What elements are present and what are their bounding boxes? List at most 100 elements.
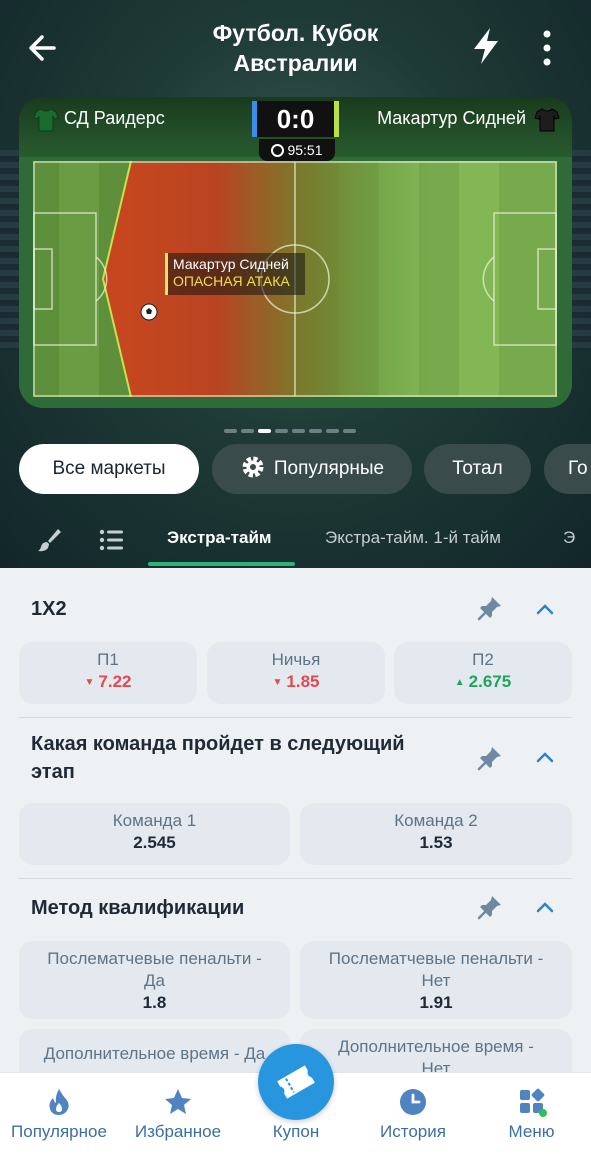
match-score: 0:0 <box>252 101 339 137</box>
chevron-up-icon[interactable] <box>534 746 556 768</box>
page-title: Футбол. Кубок Австралии <box>150 18 441 78</box>
ball-icon <box>140 303 158 321</box>
event-tooltip: Макартур Сидней ОПАСНАЯ АТАКА <box>165 253 305 295</box>
jersey-icon <box>534 108 560 132</box>
carousel-dot[interactable] <box>241 429 254 433</box>
carousel-dot[interactable] <box>275 429 288 433</box>
odd-label: Нет <box>421 971 451 990</box>
carousel-dot[interactable] <box>326 429 339 433</box>
nav-favorites[interactable]: Избранное <box>118 1073 238 1154</box>
odd-label: П2 <box>472 650 494 669</box>
market-filter-bar: Все маркеты Популярные Тотал Го <box>0 444 591 494</box>
more-vertical-icon <box>543 30 551 66</box>
odd-button-penalties-yes[interactable]: Послематчевые пенальти - Да 1.8 <box>19 941 290 1019</box>
market-title: Какая команда пройдет в следующий этап <box>31 730 451 786</box>
markets-list: 1X2 П1 ▼ 7.22 Ничья ▼ 1.85 П2 ▲ 2.675 Какая… <box>0 568 591 1073</box>
odd-button-draw[interactable]: Ничья ▼ 1.85 <box>207 642 385 704</box>
odd-value-text: 1.85 <box>286 672 320 691</box>
odd-value: ▼ 7.22 <box>19 671 197 694</box>
market-title-line: этап <box>31 761 75 783</box>
filter-popular[interactable]: Популярные <box>212 444 412 494</box>
nav-label: Популярное <box>11 1122 107 1141</box>
carousel-dot[interactable] <box>343 429 356 433</box>
carousel-dot[interactable] <box>292 429 305 433</box>
nav-label: Избранное <box>134 1122 222 1141</box>
nav-history[interactable]: История <box>354 1073 472 1154</box>
odd-label: Послематчевые пенальти - <box>47 949 262 968</box>
odd-value: 1.8 <box>142 993 167 1012</box>
carousel-indicator <box>224 420 360 433</box>
market-title-line: Какая команда пройдет в следующий <box>31 733 405 755</box>
pin-icon[interactable] <box>476 893 504 921</box>
event-team: Макартур Сидней <box>173 256 289 272</box>
title-line: Австралии <box>233 50 358 76</box>
odd-label: Да <box>144 971 165 990</box>
active-tab-indicator <box>148 562 295 566</box>
filter-handicap[interactable]: Го <box>544 444 591 494</box>
odd-label: Команда 2 <box>394 811 478 830</box>
odd-button-team1[interactable]: Команда 1 2.545 <box>19 803 290 865</box>
match-time: 95:51 <box>287 142 323 158</box>
trend-up-icon: ▲ <box>454 677 465 688</box>
carousel-dot-active[interactable] <box>258 429 271 433</box>
odd-label: Послематчевые пенальти - <box>328 949 544 968</box>
more-options-button[interactable] <box>532 28 562 68</box>
home-team-name: СД Раидерс <box>64 108 165 128</box>
live-field-widget[interactable]: СД Раидерс 0:0 95:51 Макартур Сидней Мак… <box>19 97 572 408</box>
brush-icon[interactable] <box>36 526 64 554</box>
clock-icon <box>271 144 285 157</box>
odd-value: 1.91 <box>419 993 453 1012</box>
market-title: Метод квалификации <box>31 897 245 919</box>
carousel-dot[interactable] <box>224 429 237 433</box>
carousel-dot[interactable] <box>309 429 322 433</box>
jersey-icon <box>33 108 59 132</box>
odd-label: Ничья <box>271 650 321 669</box>
period-tabs: Экстра-тайм Экстра-тайм. 1-й тайм Э <box>0 512 591 568</box>
ticket-icon <box>277 1065 315 1099</box>
odd-label: Команда 1 <box>112 811 197 830</box>
tab-next[interactable]: Э <box>563 526 575 550</box>
trend-down-icon: ▼ <box>84 677 95 688</box>
odd-button-p1[interactable]: П1 ▼ 7.22 <box>19 642 197 704</box>
tab-extra-time-first-half[interactable]: Экстра-тайм. 1-й тайм <box>325 526 501 550</box>
star-icon <box>165 1089 191 1114</box>
filter-popular-label: Популярные <box>273 458 385 479</box>
title-line: Футбол. Кубок <box>212 20 379 46</box>
tab-extra-time[interactable]: Экстра-тайм <box>167 526 271 550</box>
trend-down-icon: ▼ <box>272 677 283 688</box>
odd-button-team2[interactable]: Команда 2 1.53 <box>300 803 572 865</box>
list-icon[interactable] <box>98 526 126 554</box>
match-timer: 95:51 <box>259 139 335 161</box>
odd-value-text: 2.675 <box>468 672 512 691</box>
back-arrow-icon <box>29 35 56 61</box>
nav-popular[interactable]: Популярное <box>0 1073 118 1154</box>
chevron-up-icon[interactable] <box>534 896 556 918</box>
flame-icon <box>49 1089 69 1115</box>
back-button[interactable] <box>24 28 64 68</box>
nav-label: История <box>380 1122 446 1141</box>
nav-menu[interactable]: Меню <box>472 1073 591 1154</box>
away-team-name: Макартур Сидней <box>377 108 526 128</box>
odd-value: 1.53 <box>419 833 453 852</box>
filter-all-markets[interactable]: Все маркеты <box>19 444 199 494</box>
nav-label: Купон <box>272 1122 320 1141</box>
odd-value: 2.545 <box>133 833 176 852</box>
filter-total[interactable]: Тотал <box>424 444 531 494</box>
odd-button-extra-time-no[interactable]: Дополнительное время - Нет <box>300 1029 572 1073</box>
odd-value: ▼ 1.85 <box>207 671 385 694</box>
score-bar: СД Раидерс 0:0 95:51 Макартур Сидней <box>19 97 572 161</box>
odd-button-penalties-no[interactable]: Послематчевые пенальти - Нет 1.91 <box>300 941 572 1019</box>
odd-label: Дополнительное время - Да <box>43 1044 266 1063</box>
coupon-button[interactable] <box>258 1044 334 1120</box>
odd-button-p2[interactable]: П2 ▲ 2.675 <box>394 642 572 704</box>
pin-icon[interactable] <box>476 744 504 772</box>
nav-label: Меню <box>508 1122 555 1141</box>
odd-button-extra-time-yes[interactable]: Дополнительное время - Да <box>19 1029 290 1073</box>
odd-value-text: 7.22 <box>98 672 132 691</box>
live-button[interactable] <box>468 26 504 66</box>
pin-icon[interactable] <box>476 594 504 622</box>
chevron-up-icon[interactable] <box>534 598 556 620</box>
divider <box>19 878 572 879</box>
menu-grid-icon <box>519 1088 547 1117</box>
match-header-area: Футбол. Кубок Австралии СД Раидерс 0:0 9… <box>0 0 591 568</box>
